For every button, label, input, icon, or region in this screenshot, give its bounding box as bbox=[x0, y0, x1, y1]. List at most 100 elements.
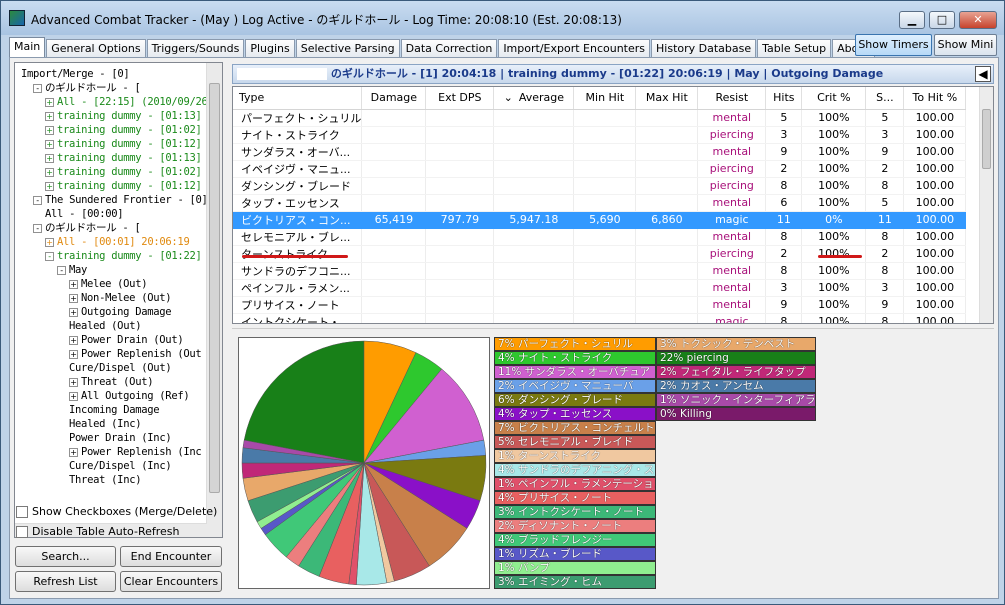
tree-node[interactable]: + training dummy - [01:12] (20 bbox=[45, 137, 222, 151]
tree-node[interactable]: - のギルドホール - [ bbox=[33, 81, 141, 95]
tree-node[interactable]: Cure/Dispel (Inc) bbox=[69, 459, 172, 473]
column-header[interactable]: ⌄ Average bbox=[493, 87, 575, 110]
table-row[interactable]: ターンストライク piercing 2 100% 2 100.00 bbox=[233, 245, 967, 263]
column-header[interactable]: Hits bbox=[765, 87, 803, 110]
column-header[interactable]: Damage bbox=[361, 87, 427, 110]
tab-main[interactable]: Main bbox=[9, 37, 46, 58]
clear-encounters-button[interactable]: Clear Encounters bbox=[120, 571, 222, 592]
tab-selective-parsing[interactable]: Selective Parsing bbox=[295, 39, 400, 58]
tree-node[interactable]: - May bbox=[57, 263, 87, 277]
tree-node[interactable]: + Non-Melee (Out) bbox=[69, 291, 172, 305]
collapse-icon[interactable]: - bbox=[33, 83, 42, 93]
tree-node[interactable]: Incoming Damage bbox=[69, 403, 160, 417]
collapse-icon[interactable]: - bbox=[45, 251, 54, 261]
expand-icon[interactable]: + bbox=[45, 237, 54, 247]
table-row[interactable]: ナイト・ストライク piercing 3 100% 3 100.00 bbox=[233, 126, 967, 144]
expand-icon[interactable]: + bbox=[69, 335, 78, 345]
column-header[interactable]: S... bbox=[865, 87, 905, 110]
tab-general-options[interactable]: General Options bbox=[46, 39, 146, 58]
tree-node[interactable]: + Melee (Out) bbox=[69, 277, 148, 291]
tree-node[interactable]: Threat (Inc) bbox=[69, 473, 142, 487]
tree-node[interactable]: Cure/Dispel (Out) bbox=[69, 361, 172, 375]
tree-node[interactable]: + Power Drain (Out) bbox=[69, 333, 184, 347]
table-row[interactable]: セレモニアル・ブレ... mental 8 100% 8 100.00 bbox=[233, 228, 967, 246]
expand-icon[interactable]: + bbox=[45, 139, 54, 149]
close-button[interactable]: ✕ bbox=[959, 11, 997, 29]
table-row[interactable]: サンダラス・オーバ... mental 9 100% 9 100.00 bbox=[233, 143, 967, 161]
tree-node[interactable]: Healed (Inc) bbox=[69, 417, 142, 431]
column-header[interactable]: To Hit % bbox=[903, 87, 967, 110]
table-vertical-scrollbar[interactable] bbox=[979, 87, 993, 323]
expand-icon[interactable]: + bbox=[69, 391, 78, 401]
table-row[interactable]: タップ・エッセンス mental 6 100% 5 100.00 bbox=[233, 194, 967, 212]
expand-icon[interactable]: + bbox=[45, 97, 54, 107]
tree-node[interactable]: + All - [22:15] (2010/09/26) 2 bbox=[45, 95, 222, 109]
tree-node[interactable]: + training dummy - [01:13] (20 bbox=[45, 151, 222, 165]
table-row[interactable]: プリサイス・ノート mental 9 100% 9 100.00 bbox=[233, 296, 967, 314]
expand-icon[interactable]: + bbox=[69, 279, 78, 289]
column-header[interactable]: Resist bbox=[697, 87, 767, 110]
collapse-icon[interactable]: - bbox=[33, 223, 42, 233]
expand-icon[interactable]: + bbox=[45, 111, 54, 121]
tree-node[interactable]: + training dummy - [01:12] (20 bbox=[45, 179, 222, 193]
column-header[interactable]: Max Hit bbox=[635, 87, 699, 110]
tree-node[interactable]: + All Outgoing (Ref) bbox=[69, 389, 190, 403]
tree-node[interactable]: Power Drain (Inc) bbox=[69, 431, 172, 445]
expand-icon[interactable]: + bbox=[69, 377, 78, 387]
tree-node[interactable]: + training dummy - [01:02] (20 bbox=[45, 165, 222, 179]
tree-vertical-scrollbar[interactable] bbox=[206, 63, 222, 537]
column-header[interactable]: Crit % bbox=[801, 87, 867, 110]
left-arrow-icon[interactable]: ◀ bbox=[975, 66, 991, 82]
tree-node[interactable]: + All - [00:01] 20:06:19 bbox=[45, 235, 190, 249]
expand-icon[interactable]: + bbox=[69, 293, 78, 303]
table-row[interactable]: ダンシング・ブレード piercing 8 100% 8 100.00 bbox=[233, 177, 967, 195]
tree-node[interactable]: Healed (Out) bbox=[69, 319, 142, 333]
tree-node[interactable]: + Threat (Out) bbox=[69, 375, 154, 389]
tree-node[interactable]: + Power Replenish (Inc bbox=[69, 445, 202, 459]
expand-icon[interactable]: + bbox=[45, 181, 54, 191]
column-header[interactable]: Min Hit bbox=[573, 87, 637, 110]
table-row[interactable]: イントクシケート・ magic 8 100% 8 100.00 bbox=[233, 313, 967, 323]
title-bar[interactable]: Advanced Combat Tracker - (May ) Log Act… bbox=[1, 1, 1004, 35]
tree-node[interactable]: - The Sundered Frontier - [0] 20:3 bbox=[33, 193, 222, 207]
tab-data-correction[interactable]: Data Correction bbox=[400, 39, 498, 58]
encounter-tree[interactable]: Threat (Inc) Cure/Dispel (Inc) + Power Repl… bbox=[14, 62, 223, 538]
column-header[interactable]: Type bbox=[233, 87, 363, 110]
refresh-list-button[interactable]: Refresh List bbox=[15, 571, 116, 592]
expand-icon[interactable]: + bbox=[45, 125, 54, 135]
minimize-button[interactable]: ▁ bbox=[899, 11, 925, 29]
maximize-button[interactable]: □ bbox=[929, 11, 955, 29]
table-row[interactable]: サンドラのデフコニ... mental 8 100% 8 100.00 bbox=[233, 262, 967, 280]
end-encounter-button[interactable]: End Encounter bbox=[120, 546, 222, 567]
expand-icon[interactable]: + bbox=[69, 349, 78, 359]
expand-icon[interactable]: + bbox=[69, 447, 78, 457]
tree-node[interactable]: - training dummy - [01:22] 20:0 bbox=[45, 249, 222, 263]
tab-plugins[interactable]: Plugins bbox=[245, 39, 295, 58]
collapse-icon[interactable]: - bbox=[57, 265, 66, 275]
show-mini-button[interactable]: Show Mini bbox=[934, 34, 997, 56]
tree-node[interactable]: + Outgoing Damage bbox=[69, 305, 172, 319]
show-checkboxes-option[interactable]: Show Checkboxes (Merge/Delete) bbox=[16, 504, 217, 520]
tree-node[interactable]: - のギルドホール - [ bbox=[33, 221, 141, 235]
expand-icon[interactable]: + bbox=[69, 307, 78, 317]
table-row[interactable]: ビクトリアス・コン... 65,419 797.79 5,947.18 5,690 6,8… bbox=[233, 211, 967, 229]
tab-import-export[interactable]: Import/Export Encounters bbox=[498, 39, 651, 58]
expand-icon[interactable]: + bbox=[45, 167, 54, 177]
column-header[interactable]: Ext DPS bbox=[425, 87, 495, 110]
table-row[interactable]: ペインフル・ラメン... mental 3 100% 3 100.00 bbox=[233, 279, 967, 297]
tab-table-setup[interactable]: Table Setup bbox=[757, 39, 832, 58]
checkbox[interactable] bbox=[16, 526, 28, 538]
tree-node[interactable]: + Power Replenish (Out bbox=[69, 347, 202, 361]
table-row[interactable]: イベイジヴ・マニュ... piercing 2 100% 2 100.00 bbox=[233, 160, 967, 178]
tab-triggers-sounds[interactable]: Triggers/Sounds bbox=[146, 39, 245, 58]
show-timers-button[interactable]: Show Timers bbox=[855, 34, 932, 56]
disable-refresh-option[interactable]: Disable Table Auto-Refresh bbox=[16, 524, 180, 540]
expand-icon[interactable]: + bbox=[45, 153, 54, 163]
tree-node[interactable]: Import/Merge - [0] bbox=[21, 67, 130, 81]
tree-scroll-thumb[interactable] bbox=[209, 83, 220, 493]
tab-history-database[interactable]: History Database bbox=[651, 39, 757, 58]
collapse-icon[interactable]: - bbox=[33, 195, 42, 205]
table-row[interactable]: パーフェクト・シュリル mental 5 100% 5 100.00 bbox=[233, 109, 967, 127]
tree-node[interactable]: All - [00:00] bbox=[45, 207, 124, 221]
checkbox[interactable] bbox=[16, 506, 28, 518]
